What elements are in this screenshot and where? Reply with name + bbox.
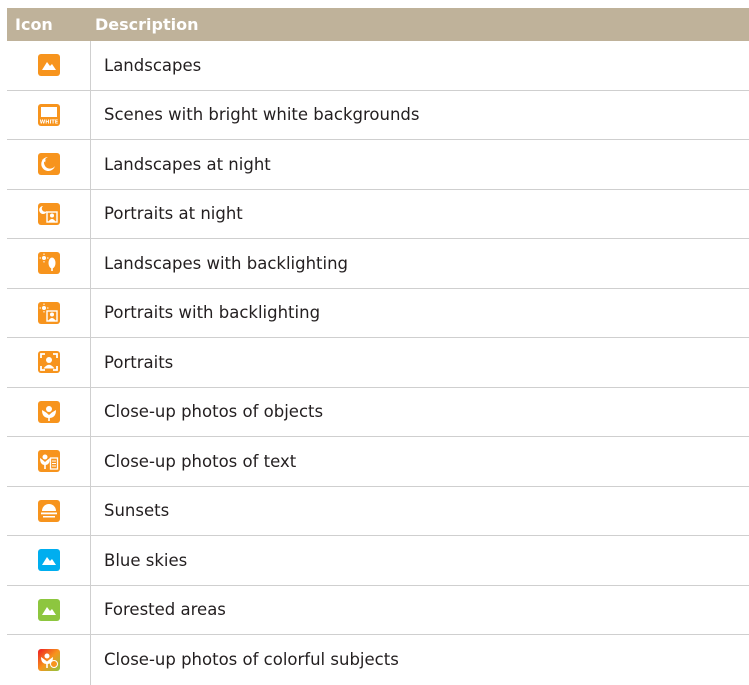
header-description: Description — [95, 15, 199, 34]
scene-icons-table: Icon Description Landscapes WHITE Scenes… — [7, 8, 749, 685]
table-row: Sunsets — [7, 486, 749, 536]
row-description: Portraits at night — [104, 204, 243, 224]
table-row: Close-up photos of colorful subjects — [7, 635, 749, 685]
row-description: Close-up photos of objects — [104, 402, 324, 422]
row-description: Landscapes with backlighting — [104, 253, 349, 273]
table-row: Portraits — [7, 338, 749, 388]
table-row: Landscapes with backlighting — [7, 239, 749, 289]
macro-text-icon — [37, 450, 60, 473]
forest-icon — [37, 598, 60, 621]
row-description: Landscapes at night — [104, 154, 271, 174]
table-row: Close-up photos of objects — [7, 387, 749, 437]
header-icon: Icon — [15, 15, 53, 34]
sunset-icon — [37, 499, 60, 522]
table-row: WHITE Scenes with bright white backgroun… — [7, 90, 749, 140]
table-row: Landscapes — [7, 41, 749, 91]
row-description: Scenes with bright white backgrounds — [104, 105, 420, 125]
macro-icon — [37, 400, 60, 423]
blue-sky-icon — [37, 549, 60, 572]
portrait-icon — [37, 351, 60, 374]
row-description: Portraits — [104, 352, 174, 372]
backlight-landscape-icon — [37, 252, 60, 275]
row-description: Portraits with backlighting — [104, 303, 321, 323]
row-description: Blue skies — [104, 550, 188, 570]
backlight-portrait-icon — [37, 301, 60, 324]
table-header: Icon Description — [7, 8, 749, 41]
macro-color-icon — [37, 648, 60, 671]
row-description: Close-up photos of text — [104, 451, 297, 471]
row-description: Close-up photos of colorful subjects — [104, 650, 399, 670]
table-row: Portraits with backlighting — [7, 288, 749, 338]
table-row: Close-up photos of text — [7, 437, 749, 487]
night-landscape-icon — [37, 153, 60, 176]
row-description: Landscapes — [104, 55, 202, 75]
table-row: Portraits at night — [7, 189, 749, 239]
svg-text:WHITE: WHITE — [39, 119, 58, 125]
night-portrait-icon — [37, 202, 60, 225]
row-description: Forested areas — [104, 600, 226, 620]
landscape-icon — [37, 54, 60, 77]
table-row: Blue skies — [7, 536, 749, 586]
table-row: Landscapes at night — [7, 140, 749, 190]
white-background-icon: WHITE — [37, 103, 60, 126]
table-row: Forested areas — [7, 585, 749, 635]
row-description: Sunsets — [104, 501, 170, 521]
